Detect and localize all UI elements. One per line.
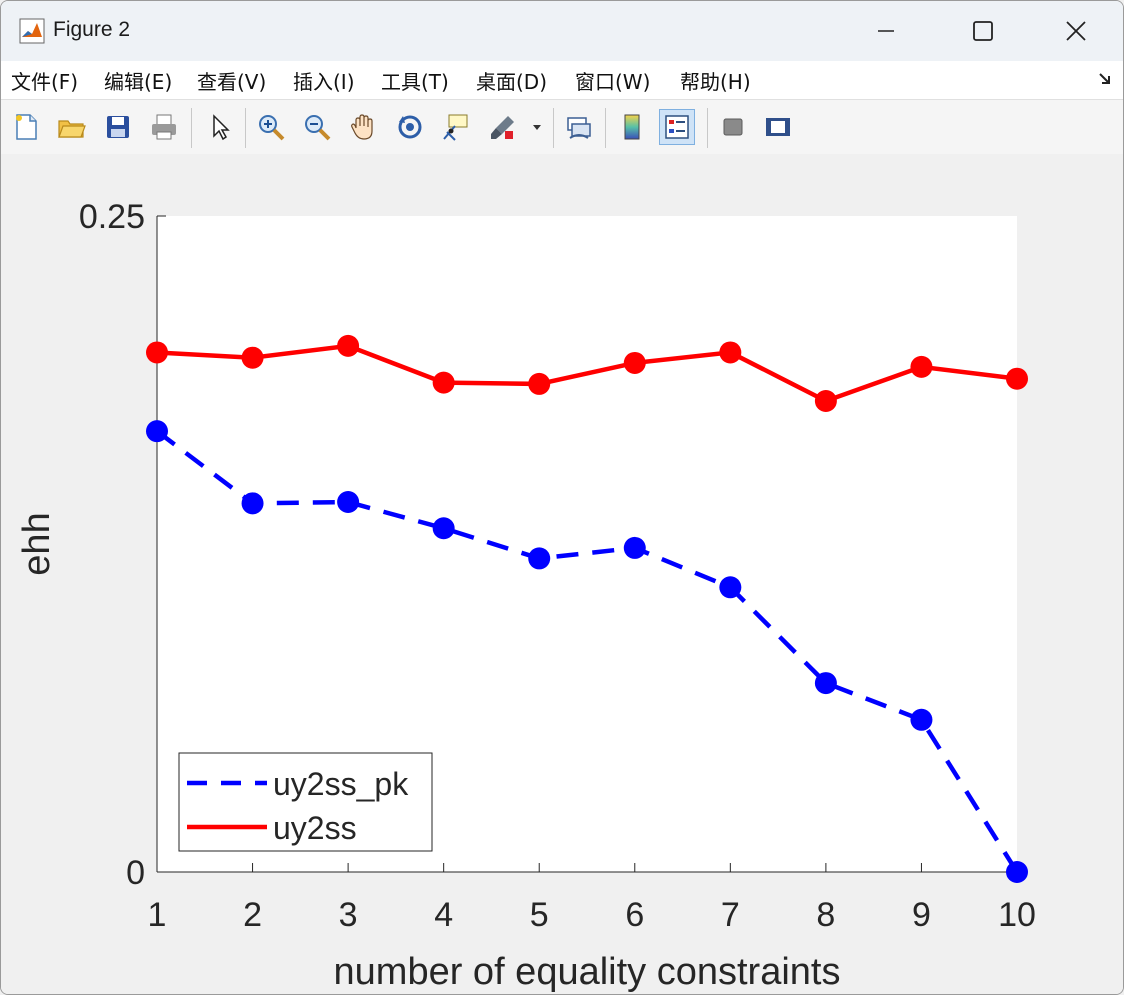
hide-plot-tools-button[interactable] xyxy=(715,109,751,145)
legend-label: uy2ss xyxy=(273,810,357,846)
data-point-uy2ss_pk xyxy=(432,517,455,540)
data-point-uy2ss_pk xyxy=(1006,861,1028,883)
rotate-3d-icon xyxy=(398,115,422,139)
menu-desktop[interactable]: 桌面(D) xyxy=(476,66,547,95)
matlab-logo-icon xyxy=(19,18,45,44)
y-axis-label: ehh xyxy=(16,512,58,575)
data-point-uy2ss_pk xyxy=(623,536,646,559)
menu-insert[interactable]: 插入(I) xyxy=(293,66,355,95)
x-tick-label: 4 xyxy=(434,896,453,934)
figure-window: Figure 2 文件(F) 编辑(E) 查看(V) 插入(I) 工具(T) 桌… xyxy=(0,0,1124,995)
x-tick-label: 3 xyxy=(339,896,358,934)
brush-dropdown[interactable] xyxy=(527,109,547,145)
colorbar-icon xyxy=(624,114,640,140)
toolbar-separator xyxy=(245,108,246,148)
save-button[interactable] xyxy=(100,109,136,145)
colorbar-button[interactable] xyxy=(614,109,650,145)
data-point-uy2ss xyxy=(146,341,168,364)
menu-tools[interactable]: 工具(T) xyxy=(381,66,449,95)
figure-toolbar xyxy=(1,99,1123,155)
link-plot-icon xyxy=(567,117,591,139)
x-tick-label: 5 xyxy=(530,896,549,934)
x-tick-label: 10 xyxy=(998,896,1036,934)
x-tick-label: 1 xyxy=(148,896,167,934)
figure-canvas: 1 2 3 4 5 6 7 8 9 10 0 0.25 number of equality const… xyxy=(1,154,1123,994)
print-icon xyxy=(152,114,176,140)
close-icon xyxy=(1066,21,1086,41)
data-point-uy2ss_pk xyxy=(719,576,742,599)
line-chart: 1 2 3 4 5 6 7 8 9 10 0 0.25 number of equality const… xyxy=(16,198,1036,993)
brush-button[interactable] xyxy=(485,109,521,145)
data-point-uy2ss xyxy=(910,355,933,378)
legend-button[interactable] xyxy=(659,109,695,145)
y-tick-label: 0.25 xyxy=(79,198,145,236)
x-tick-label: 9 xyxy=(912,896,931,934)
data-point-uy2ss xyxy=(719,341,742,364)
data-point-uy2ss_pk xyxy=(910,708,933,731)
new-figure-button[interactable] xyxy=(8,109,44,145)
rotate-button[interactable] xyxy=(392,109,428,145)
open-file-icon xyxy=(58,120,86,138)
y-tick-label: 0 xyxy=(126,854,145,892)
x-tick-label: 6 xyxy=(625,896,644,934)
data-point-uy2ss xyxy=(241,346,264,369)
toolbar-separator xyxy=(191,108,192,148)
data-point-uy2ss_pk xyxy=(528,547,551,570)
new-figure-icon xyxy=(16,114,37,140)
dropdown-arrow-icon xyxy=(533,125,541,130)
show-plot-tools-button[interactable] xyxy=(760,109,796,145)
menu-window[interactable]: 窗口(W) xyxy=(575,66,650,95)
zoom-in-button[interactable] xyxy=(253,109,289,145)
zoom-out-button[interactable] xyxy=(299,109,335,145)
data-point-uy2ss_pk xyxy=(337,491,360,514)
hide-plot-tools-icon xyxy=(723,118,743,136)
maximize-icon xyxy=(973,21,993,41)
pan-hand-icon xyxy=(351,114,373,140)
zoom-in-icon xyxy=(259,115,285,141)
menu-view[interactable]: 查看(V) xyxy=(197,66,266,95)
data-point-uy2ss xyxy=(337,334,360,357)
data-point-uy2ss_pk xyxy=(814,672,837,695)
minimize-button[interactable] xyxy=(841,1,931,61)
link-plot-button[interactable] xyxy=(561,109,597,145)
x-tick-label: 2 xyxy=(243,896,262,934)
minimize-icon xyxy=(878,30,894,32)
menu-file[interactable]: 文件(F) xyxy=(11,66,78,95)
pan-button[interactable] xyxy=(345,109,381,145)
toolbar-separator xyxy=(553,108,554,148)
zoom-out-icon xyxy=(305,115,331,141)
data-point-uy2ss_pk xyxy=(146,420,168,443)
x-tick-label: 8 xyxy=(816,896,835,934)
data-cursor-button[interactable] xyxy=(438,109,474,145)
select-button[interactable] xyxy=(201,109,237,145)
menu-edit[interactable]: 编辑(E) xyxy=(104,66,172,95)
brush-icon xyxy=(491,116,514,139)
legend-icon xyxy=(665,115,689,139)
title-bar[interactable]: Figure 2 xyxy=(1,1,1123,61)
maximize-button[interactable] xyxy=(938,1,1028,61)
data-point-uy2ss_pk xyxy=(241,492,264,515)
x-tick-label: 7 xyxy=(721,896,740,934)
menu-help[interactable]: 帮助(H) xyxy=(680,66,751,95)
print-button[interactable] xyxy=(146,109,182,145)
data-point-uy2ss xyxy=(814,389,837,412)
data-cursor-icon xyxy=(443,114,468,141)
save-icon xyxy=(107,116,129,138)
menu-bar: 文件(F) 编辑(E) 查看(V) 插入(I) 工具(T) 桌面(D) 窗口(W… xyxy=(1,61,1123,99)
data-point-uy2ss xyxy=(432,371,455,394)
data-point-uy2ss xyxy=(623,351,646,374)
show-plot-tools-icon xyxy=(766,118,790,136)
data-point-uy2ss xyxy=(1006,367,1028,390)
data-point-uy2ss xyxy=(528,372,551,395)
select-arrow-icon xyxy=(213,114,230,141)
dock-figure-icon[interactable] xyxy=(1097,71,1113,87)
toolbar-separator xyxy=(605,108,606,148)
window-title: Figure 2 xyxy=(53,18,131,41)
legend-label: uy2ss_pk xyxy=(273,766,409,802)
open-file-button[interactable] xyxy=(53,109,89,145)
x-axis-label: number of equality constraints xyxy=(334,951,841,993)
toolbar-separator xyxy=(707,108,708,148)
close-button[interactable] xyxy=(1031,1,1121,61)
